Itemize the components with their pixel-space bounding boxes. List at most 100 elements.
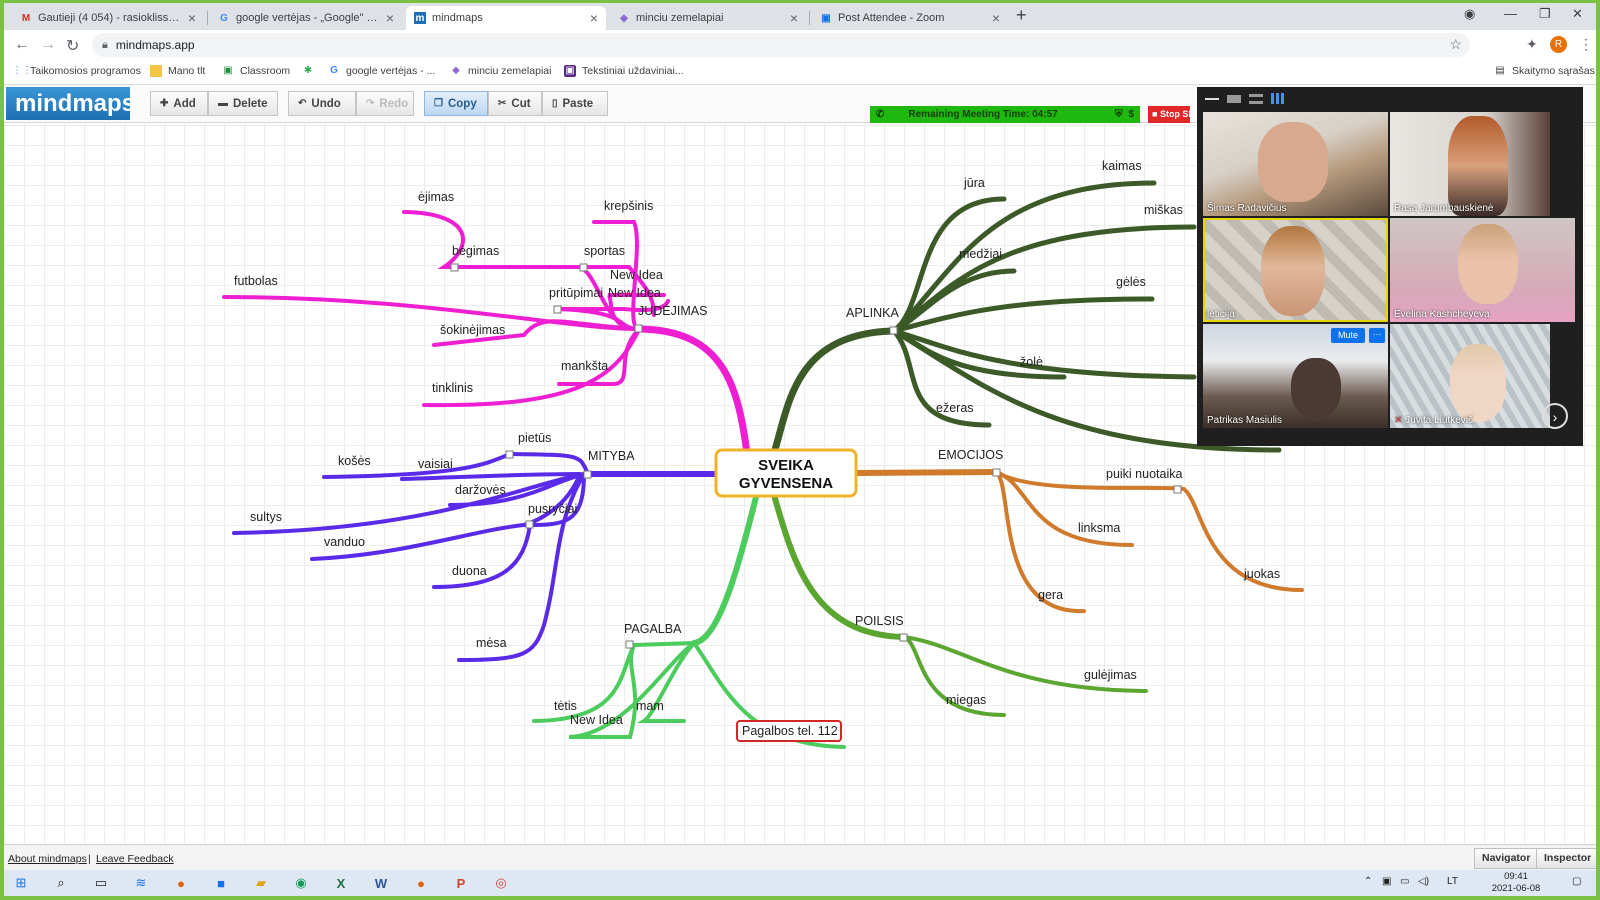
node-juokas[interactable]: juokas (1243, 567, 1280, 581)
node-sultys[interactable]: sultys (250, 510, 282, 524)
firefox-icon[interactable]: ● (172, 874, 190, 892)
close-icon[interactable]: × (992, 10, 1000, 26)
back-icon[interactable]: ← (14, 36, 30, 54)
speaker-view-icon[interactable] (1227, 95, 1241, 103)
node-aplinka[interactable]: APLINKA (846, 306, 899, 320)
node-new-idea-3[interactable]: New Idea (570, 713, 623, 727)
node-jura[interactable]: jūra (963, 176, 985, 190)
node-gera[interactable]: gera (1038, 588, 1063, 602)
navigator-button[interactable]: Navigator (1474, 848, 1539, 869)
edge-icon[interactable]: ◉ (292, 874, 310, 892)
node-puiki-nuotaika[interactable]: puiki nuotaika (1106, 467, 1182, 481)
lock-icon[interactable]: 🔒︎ (102, 39, 108, 52)
node-zole[interactable]: žolė (1020, 355, 1043, 369)
add-button[interactable]: ✚ Add (150, 91, 208, 116)
cut-button[interactable]: ✂ Cut (488, 91, 542, 116)
node-pagalba[interactable]: PAGALBA (624, 622, 682, 636)
file-explorer-icon[interactable]: ▰ (252, 874, 270, 892)
paste-button[interactable]: ▯ Paste (542, 91, 608, 116)
gallery-view-icon[interactable] (1271, 93, 1285, 104)
search-icon[interactable]: ⌕ (52, 874, 70, 892)
clock[interactable]: 09:41 2021-06-08 (1486, 871, 1546, 895)
task-view-icon[interactable]: ▭ (92, 874, 110, 892)
restore-button[interactable]: ❐ (1539, 6, 1551, 22)
node-kaimas[interactable]: kaimas (1102, 159, 1142, 173)
node-pusryciai[interactable]: pusryčiai (528, 502, 577, 516)
node-darzoves[interactable]: daržovės (455, 483, 506, 497)
tab-search-icon[interactable]: ◉ (1464, 6, 1475, 22)
profile-avatar[interactable]: R (1550, 36, 1567, 53)
node-pritupimai[interactable]: pritūpimai (549, 286, 603, 300)
video-tile-1[interactable]: Šimas Radavičius (1203, 112, 1388, 216)
more-options-button[interactable]: ··· (1369, 328, 1385, 343)
node-ezeras[interactable]: ežeras (936, 401, 974, 415)
tray-chevron-icon[interactable]: ⌃ (1364, 876, 1372, 887)
bookmark-tekstiniai[interactable]: ▣ Tekstiniai uždaviniai... (564, 65, 684, 77)
inspector-button[interactable]: Inspector (1536, 848, 1596, 869)
next-page-arrow[interactable]: › (1542, 403, 1568, 429)
network-icon[interactable]: ▭ (1400, 876, 1409, 887)
node-miskas[interactable]: miškas (1144, 203, 1183, 217)
extensions-icon[interactable]: ✦ (1526, 36, 1538, 53)
feedback-link[interactable]: Leave Feedback (96, 853, 174, 865)
tab-zoom[interactable]: ▣ Post Attendee - Zoom × (812, 6, 1008, 30)
node-emocijos[interactable]: EMOCIJOS (938, 448, 1003, 462)
reload-icon[interactable]: ↻ (66, 36, 79, 56)
bookmark-classroom[interactable]: ▣ Classroom (222, 65, 290, 77)
minimize-button[interactable]: — (1504, 6, 1517, 21)
video-tile-2[interactable]: Rasa Jarumbauskienė (1390, 112, 1550, 216)
node-linksma[interactable]: linksma (1078, 521, 1120, 535)
node-mesa[interactable]: mėsa (476, 636, 507, 650)
windows-start-icon[interactable]: ⊞ (12, 874, 30, 892)
copy-button[interactable]: ❐ Copy (424, 91, 488, 116)
word-icon[interactable]: W (372, 874, 390, 892)
volume-icon[interactable]: ◁) (1418, 876, 1429, 887)
bookmark-mano-tlt[interactable]: Mano tlt (150, 65, 205, 77)
node-koses[interactable]: košės (338, 454, 371, 468)
node-sportas[interactable]: sportas (584, 244, 625, 258)
node-poilsis[interactable]: POILSIS (855, 614, 904, 628)
close-icon[interactable]: × (188, 10, 196, 26)
excel-icon[interactable]: X (332, 874, 350, 892)
node-judejimas[interactable]: JUDĖJIMAS (638, 304, 707, 318)
bookmark-star-icon[interactable]: ☆ (1449, 36, 1462, 53)
node-vanduo[interactable]: vanduo (324, 535, 365, 549)
video-tile-6[interactable]: ✕ Juvita Liutkevič (1390, 324, 1550, 428)
node-medziai[interactable]: medžiai (959, 247, 1002, 261)
forward-icon[interactable]: → (40, 36, 56, 54)
bookmark-pinwheel[interactable]: ✱ (302, 65, 320, 77)
node-duona[interactable]: duona (452, 564, 487, 578)
notifications-icon[interactable]: ▢ (1572, 876, 1581, 887)
close-icon[interactable]: × (790, 10, 798, 26)
close-icon[interactable]: × (386, 10, 394, 26)
omnibox[interactable]: 🔒︎ mindmaps.app ☆ (92, 33, 1470, 57)
node-pietus[interactable]: pietūs (518, 431, 551, 445)
tray-app-icon[interactable]: ▣ (1382, 876, 1391, 887)
tab-google-translate[interactable]: G google vertėjas - „Google" paieš × (210, 6, 402, 30)
minimize-icon[interactable] (1205, 92, 1219, 100)
redo-button[interactable]: ↷ Redo (356, 91, 414, 116)
node-futbolas[interactable]: futbolas (234, 274, 278, 288)
mute-button[interactable]: Mute (1331, 328, 1365, 343)
video-tile-3[interactable]: leticija (1203, 218, 1388, 322)
node-mam[interactable]: mam (636, 699, 664, 713)
new-tab-button[interactable]: + (1016, 5, 1027, 26)
node-new-idea-2[interactable]: New Idea (608, 286, 661, 300)
bookmark-minciu-zemelapiai[interactable]: ◆ minciu zemelapiai (450, 65, 551, 77)
bookmark-google-translate[interactable]: Ggoogle vertėjas - ... (328, 65, 435, 77)
close-window-button[interactable]: ✕ (1572, 6, 1583, 22)
node-krepsinis[interactable]: krepšinis (604, 199, 653, 213)
node-ejimas[interactable]: ėjimas (418, 190, 454, 204)
tab-mindmaps[interactable]: m mindmaps × (406, 6, 606, 30)
node-begimas[interactable]: bėgimas (452, 244, 499, 258)
mindmaps-logo[interactable]: mindmaps (6, 87, 135, 120)
tab-gmail[interactable]: M Gautieji (4 054) - rasioklisster@g × (12, 6, 204, 30)
node-tetis[interactable]: tėtis (554, 699, 577, 713)
node-mityba[interactable]: MITYBA (588, 449, 635, 463)
node-sokinejimas[interactable]: šokinėjimas (440, 323, 505, 337)
undo-button[interactable]: ↶ Undo (288, 91, 356, 116)
powerpoint-icon[interactable]: P (452, 874, 470, 892)
reading-list[interactable]: ▤ Skaitymo sąrašas (1494, 65, 1595, 77)
tab-minciu-zemelapiai[interactable]: ◆ minciu zemelapiai × (610, 6, 806, 30)
video-tile-5[interactable]: Mute ··· Patrikas Masiulis (1203, 324, 1388, 428)
